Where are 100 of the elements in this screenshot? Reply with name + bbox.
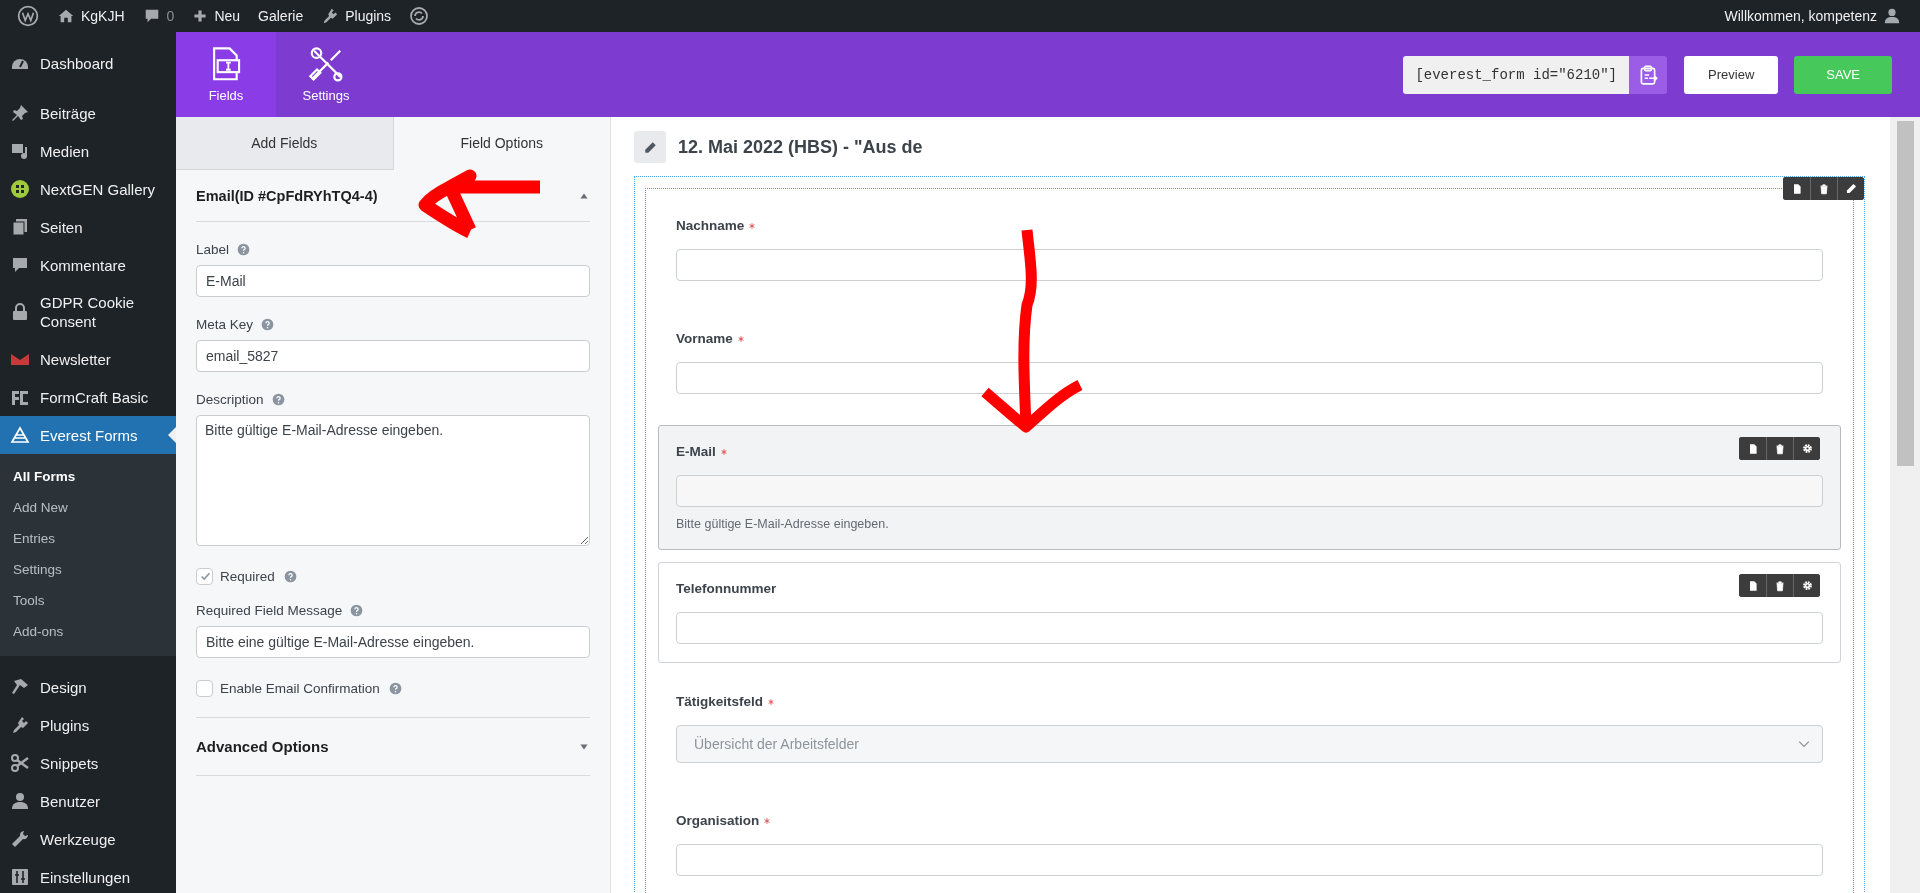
field-label: Tätigkeitsfeld	[676, 694, 764, 709]
plugins-link[interactable]: Plugins	[345, 8, 392, 24]
scissors-icon	[10, 753, 30, 773]
builder-tab[interactable]: Fields	[176, 32, 276, 117]
media-icon	[10, 141, 30, 161]
checkbox-label[interactable]: Required	[220, 569, 275, 584]
input-field[interactable]	[676, 475, 1823, 507]
section-header[interactable]: Email(ID #CpFdRYhTQ4-4)	[196, 170, 590, 222]
sidebar-item[interactable]: Einstellungen	[0, 858, 176, 893]
field-label: Organisation	[676, 813, 760, 828]
settings-button[interactable]	[1793, 574, 1820, 597]
sidebar-item[interactable]: Dashboard	[0, 44, 176, 82]
trash-icon	[1818, 182, 1830, 195]
form-field[interactable]: Tätigkeitsfeld Übersicht der Arbeitsfelder	[658, 675, 1841, 782]
field-label: Nachname	[676, 218, 745, 233]
comment-count[interactable]: 0	[166, 8, 175, 24]
comment-icon	[10, 255, 30, 275]
sidebar-item[interactable]: Beiträge	[0, 94, 176, 132]
submenu-item[interactable]: Add New	[0, 492, 176, 523]
help-icon	[350, 604, 364, 617]
shortcode-field[interactable]: [everest_form id="6210"]	[1403, 55, 1630, 94]
help-icon	[261, 318, 275, 331]
sidebar-item[interactable]: Werkzeuge	[0, 820, 176, 858]
form-field[interactable]: Organisation	[658, 794, 1841, 893]
plug-icon	[10, 715, 30, 735]
input-field[interactable]	[676, 249, 1823, 281]
user-icon	[10, 791, 30, 811]
option-label: Required Field Message	[196, 603, 343, 618]
submenu-item[interactable]: Add-ons	[0, 616, 176, 647]
sidebar-item[interactable]: Design	[0, 668, 176, 706]
input-field[interactable]	[676, 612, 1823, 644]
field-description: Bitte gültige E-Mail-Adresse eingeben.	[676, 517, 890, 531]
help-icon	[388, 682, 402, 695]
edit-title-button[interactable]	[634, 131, 666, 163]
help-icon	[283, 570, 297, 583]
user-icon	[1883, 7, 1901, 25]
settings-icon	[1800, 442, 1814, 455]
home-icon	[57, 7, 75, 25]
option-label: Description	[196, 392, 264, 407]
trash-icon	[1774, 442, 1786, 455]
field-label: Telefonnummer	[676, 581, 777, 596]
text-field[interactable]: Bitte eine gültige E-Mail-Adresse eingeben.	[196, 626, 590, 658]
form-field[interactable]: Nachname	[658, 199, 1841, 300]
description-field[interactable]: Bitte gültige E-Mail-Adresse eingeben.	[196, 415, 590, 546]
gallery-icon	[10, 179, 30, 199]
mountain-icon	[10, 425, 30, 445]
plus-icon	[192, 8, 209, 24]
settings-button[interactable]	[1793, 437, 1820, 460]
form-row[interactable]: Nachname Vorname E-Mail Bitte gültige E-Mail-Adresse eingeben. Telefonnummer Tätigkeitsfeld Übersicht der Arbeitsfelder Organisation	[634, 176, 1865, 893]
preview-button[interactable]: Preview	[1684, 55, 1779, 94]
required-icon	[763, 816, 772, 825]
text-field[interactable]: E-Mail	[196, 265, 590, 297]
form-field[interactable]: Vorname	[658, 312, 1841, 413]
checkbox[interactable]	[196, 680, 213, 697]
input-field[interactable]	[676, 844, 1823, 876]
sidebar-item[interactable]: Seiten	[0, 208, 176, 246]
submenu-item[interactable]: All Forms	[0, 461, 176, 492]
sidebar-item[interactable]: Snippets	[0, 744, 176, 782]
sidebar-item[interactable]: Kommentare	[0, 246, 176, 284]
update-icon	[409, 6, 430, 26]
greeting-link[interactable]: Willkommen, kompetenz	[1724, 8, 1877, 24]
panel-tab[interactable]: Add Fields	[176, 117, 394, 170]
submenu-item[interactable]: Tools	[0, 585, 176, 616]
sidebar-item[interactable]: NextGEN Gallery	[0, 170, 176, 208]
sidebar-item[interactable]: Benutzer	[0, 782, 176, 820]
required-icon	[719, 447, 728, 456]
trash-icon	[1774, 579, 1786, 592]
sidebar-item[interactable]: Everest Forms	[0, 416, 176, 454]
field-label: Vorname	[676, 331, 733, 346]
section-header[interactable]: Advanced Options	[196, 717, 590, 776]
sidebar-item[interactable]: Plugins	[0, 706, 176, 744]
checkbox[interactable]	[196, 568, 213, 585]
submenu-item[interactable]: Entries	[0, 523, 176, 554]
field-label: E-Mail	[676, 444, 716, 459]
plug-icon	[321, 7, 340, 25]
wrench-icon	[10, 829, 30, 849]
gallery-link[interactable]: Galerie	[258, 8, 304, 24]
pencil-icon	[1844, 182, 1858, 195]
lock-icon	[10, 302, 30, 322]
submenu-item[interactable]: Settings	[0, 554, 176, 585]
text-field[interactable]: email_5827	[196, 340, 590, 372]
sidebar-item[interactable]: Medien	[0, 132, 176, 170]
form-field[interactable]: E-Mail Bitte gültige E-Mail-Adresse eingeben.	[658, 425, 1841, 550]
input-field[interactable]	[676, 362, 1823, 394]
pages-icon	[10, 217, 30, 237]
site-name[interactable]: KgKJH	[81, 8, 125, 24]
edit-button[interactable]	[1837, 177, 1864, 200]
settings-icon	[1800, 579, 1814, 592]
required-icon	[736, 334, 745, 343]
help-icon	[271, 393, 285, 406]
copy-button[interactable]	[1629, 55, 1668, 94]
sidebar-item[interactable]: GDPR Cookie Consent	[0, 284, 176, 340]
sidebar-item[interactable]: Newsletter	[0, 340, 176, 378]
new-link[interactable]: Neu	[214, 8, 241, 24]
form-field[interactable]: Telefonnummer	[658, 562, 1841, 663]
sidebar-item[interactable]: FormCraft Basic	[0, 378, 176, 416]
sliders-icon	[10, 867, 30, 887]
required-icon	[748, 221, 757, 230]
builder-tab[interactable]: Settings	[276, 32, 376, 117]
checkbox-label[interactable]: Enable Email Confirmation	[220, 681, 380, 696]
